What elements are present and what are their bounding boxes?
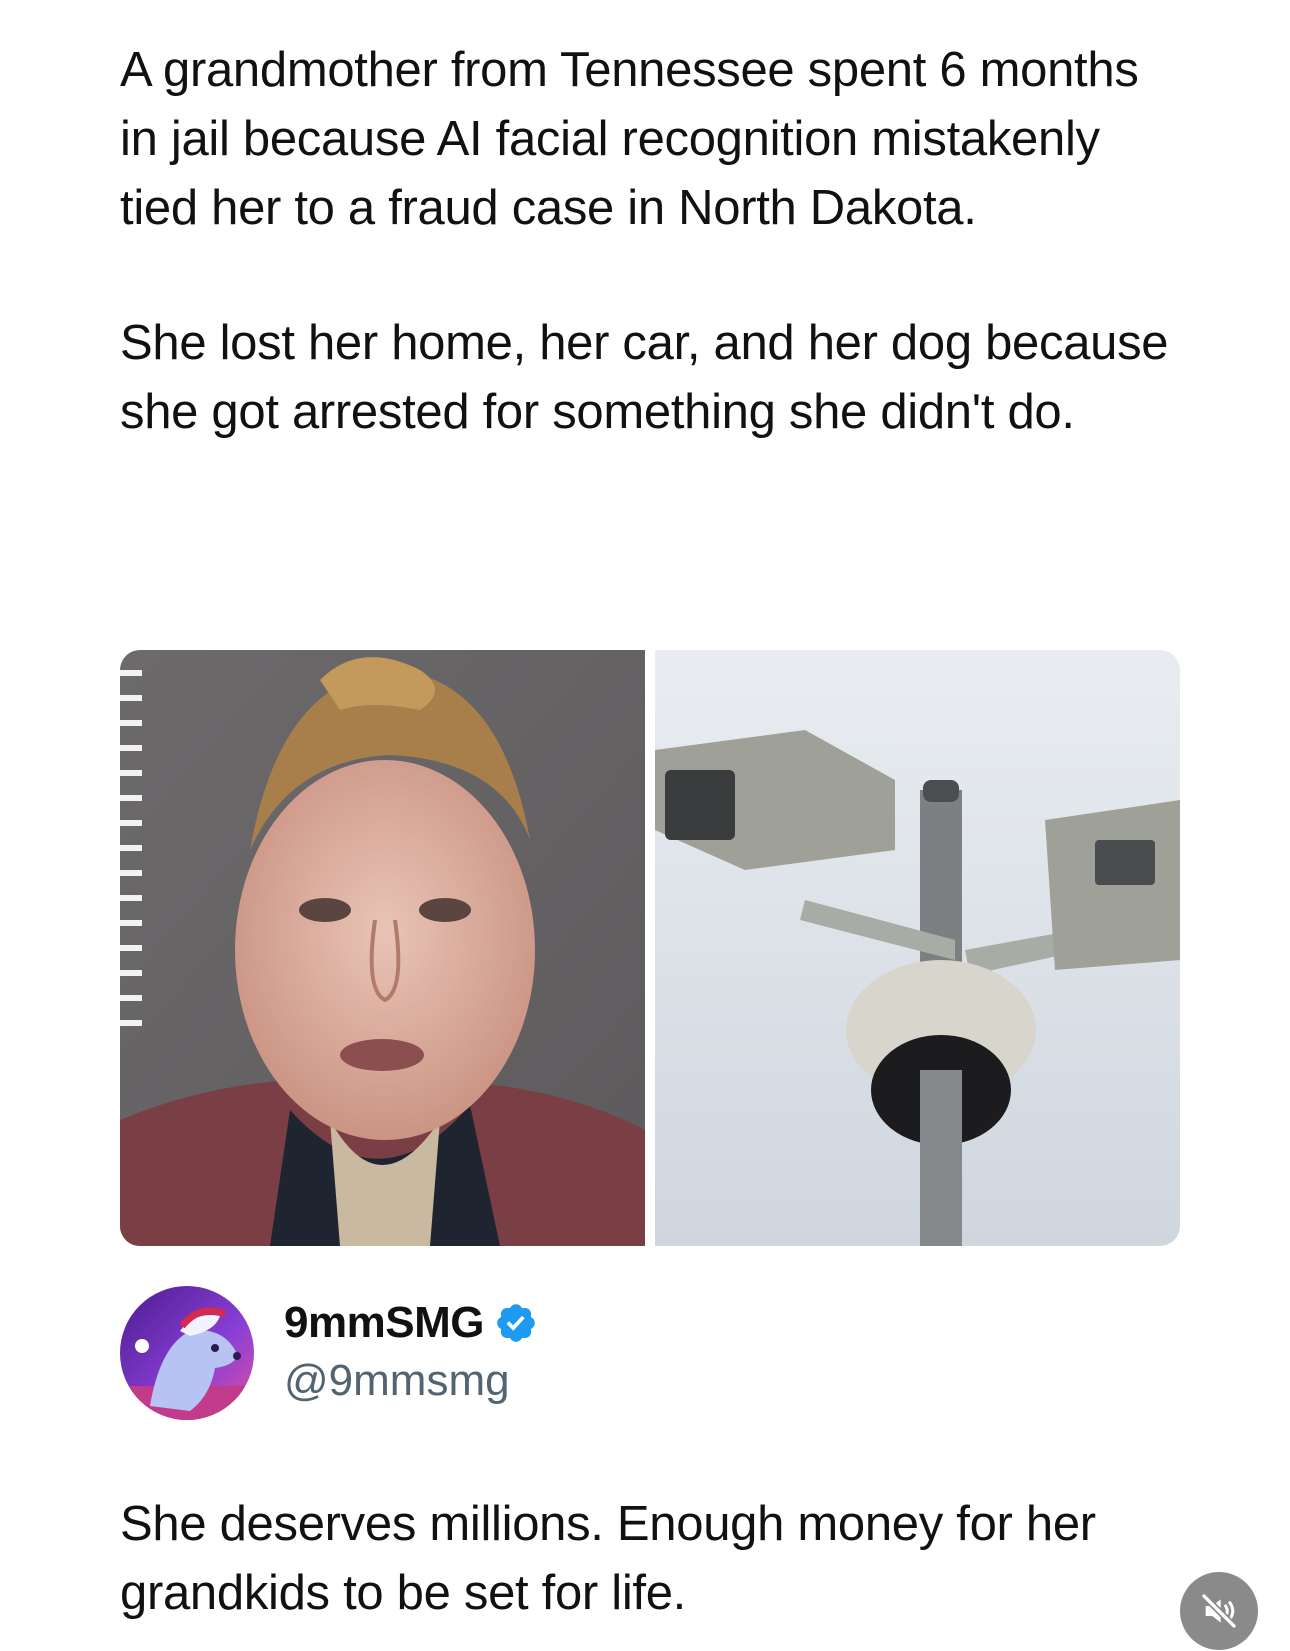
- author-row[interactable]: 9mmSMG @9mmsmg: [120, 1285, 538, 1421]
- dog-avatar-icon[interactable]: [120, 1286, 254, 1420]
- mute-button[interactable]: [1180, 1572, 1258, 1650]
- cameras-image: [655, 650, 1180, 1246]
- author-handle[interactable]: @9mmsmg: [284, 1351, 538, 1411]
- post-media-grid: [120, 650, 1180, 1246]
- speaker-muted-icon: [1200, 1592, 1238, 1630]
- mugshot-photo[interactable]: [120, 650, 645, 1246]
- post-paragraph-1: A grandmother from Tennessee spent 6 mon…: [120, 43, 1139, 235]
- display-name[interactable]: 9mmSMG: [284, 1295, 484, 1351]
- avatar-image: [120, 1286, 254, 1420]
- surveillance-cameras-photo[interactable]: [655, 650, 1180, 1246]
- verified-badge-icon: [497, 1304, 535, 1342]
- mugshot-image: [120, 650, 645, 1246]
- post-paragraph-2: She lost her home, her car, and her dog …: [120, 316, 1169, 439]
- author-text: 9mmSMG @9mmsmg: [284, 1295, 538, 1411]
- comment-text: She deserves millions. Enough money for …: [120, 1497, 1096, 1620]
- post-body: A grandmother from Tennessee spent 6 mon…: [120, 36, 1180, 447]
- author-name-row: 9mmSMG: [284, 1295, 538, 1351]
